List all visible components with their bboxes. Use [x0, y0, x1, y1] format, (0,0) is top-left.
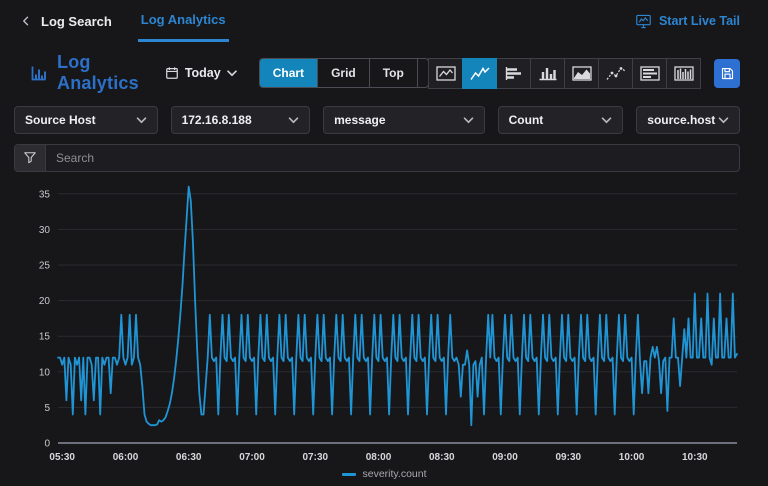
- bar-chart-title-icon: [30, 64, 48, 82]
- chevron-down-icon: [601, 116, 612, 124]
- filter-funnel-icon: [23, 151, 37, 165]
- page-title: Log Analytics: [57, 52, 139, 93]
- chevron-down-icon: [463, 116, 474, 124]
- scatter-line-icon[interactable]: [598, 57, 634, 89]
- svg-text:0: 0: [44, 439, 50, 450]
- bar-chart-horizontal-icon[interactable]: [496, 57, 532, 89]
- svg-text:06:00: 06:00: [113, 452, 139, 463]
- date-range-label: Today: [184, 66, 221, 80]
- calendar-icon: [165, 66, 179, 80]
- svg-text:10:30: 10:30: [682, 452, 708, 463]
- legend-label: severity.count: [362, 468, 427, 480]
- svg-text:35: 35: [39, 189, 51, 200]
- top-bar: Log Search Log Analytics Start Live Tail: [0, 0, 768, 42]
- svg-text:5: 5: [44, 403, 50, 414]
- histogram-bars-icon[interactable]: [666, 57, 702, 89]
- chevron-down-icon: [226, 69, 237, 77]
- svg-text:05:30: 05:30: [49, 452, 75, 463]
- svg-text:07:00: 07:00: [239, 452, 265, 463]
- group-by-value: Source Host: [25, 113, 96, 127]
- search-input[interactable]: [46, 151, 739, 165]
- area-chart-icon[interactable]: [564, 57, 600, 89]
- live-tail-monitor-icon: [635, 13, 652, 30]
- analytics-toolbar: Log Analytics Today Chart Grid Top N Gau…: [30, 52, 740, 93]
- page-title-group: Log Analytics: [30, 52, 139, 94]
- svg-text:30: 30: [39, 225, 51, 236]
- aggregation-select[interactable]: Count: [497, 106, 624, 134]
- date-range-dropdown[interactable]: Today: [165, 66, 237, 80]
- tab-log-analytics[interactable]: Log Analytics: [137, 0, 229, 42]
- column-chart-icon[interactable]: [530, 57, 566, 89]
- view-button-grid[interactable]: Grid: [317, 59, 369, 87]
- svg-text:15: 15: [39, 332, 51, 343]
- svg-text:10:00: 10:00: [619, 452, 645, 463]
- svg-text:08:00: 08:00: [366, 452, 392, 463]
- framed-line-chart-icon[interactable]: [428, 57, 464, 89]
- field-select[interactable]: message: [323, 106, 485, 134]
- split-field-select[interactable]: source.host: [636, 106, 740, 134]
- view-button-top-n[interactable]: Top N: [368, 59, 417, 87]
- line-chart-icon[interactable]: [462, 57, 498, 89]
- view-mode-button-group: Chart Grid Top N Gauge: [258, 58, 430, 88]
- svg-text:07:30: 07:30: [303, 452, 329, 463]
- floppy-disk-icon: [720, 66, 735, 81]
- chevron-left-icon: [20, 15, 32, 27]
- stacked-rows-icon[interactable]: [632, 57, 668, 89]
- aggregation-value: Count: [508, 113, 544, 127]
- split-field-value: source.host: [647, 113, 716, 127]
- chart-area: 0 5 10 15 20 25 30 35 05:30 06:00 06:30 07:00 07:30 0…: [14, 170, 754, 466]
- chart-legend: severity.count: [0, 468, 768, 480]
- svg-text:08:30: 08:30: [429, 452, 455, 463]
- svg-text:09:00: 09:00: [492, 452, 518, 463]
- search-bar: [14, 144, 740, 172]
- legend-item-severity-count[interactable]: severity.count: [341, 468, 427, 480]
- chart-type-button-group: [428, 57, 702, 89]
- filter-funnel-button[interactable]: [15, 145, 46, 171]
- svg-text:09:30: 09:30: [556, 452, 582, 463]
- chevron-down-icon: [136, 116, 147, 124]
- chevron-down-icon: [288, 116, 299, 124]
- live-tail-label: Start Live Tail: [658, 14, 740, 28]
- source-host-value: 172.16.8.188: [181, 113, 252, 127]
- svg-text:25: 25: [39, 261, 51, 272]
- legend-line-swatch: [341, 472, 356, 476]
- back-label: Log Search: [41, 13, 112, 29]
- chevron-down-icon: [718, 116, 729, 124]
- svg-text:10: 10: [39, 367, 51, 378]
- field-value: message: [334, 113, 386, 127]
- source-host-select[interactable]: 172.16.8.188: [170, 106, 311, 134]
- analytics-line-chart: 0 5 10 15 20 25 30 35 05:30 06:00 06:30 07:00 07:30 0…: [39, 185, 738, 463]
- filter-row: Source Host 172.16.8.188 message Count s…: [14, 106, 740, 134]
- start-live-tail-button[interactable]: Start Live Tail: [635, 0, 740, 42]
- back-to-log-search[interactable]: Log Search: [20, 0, 112, 42]
- svg-text:06:30: 06:30: [176, 452, 202, 463]
- save-button[interactable]: [714, 58, 740, 88]
- group-by-select[interactable]: Source Host: [14, 106, 158, 134]
- view-button-chart[interactable]: Chart: [259, 59, 318, 87]
- svg-text:20: 20: [39, 296, 51, 307]
